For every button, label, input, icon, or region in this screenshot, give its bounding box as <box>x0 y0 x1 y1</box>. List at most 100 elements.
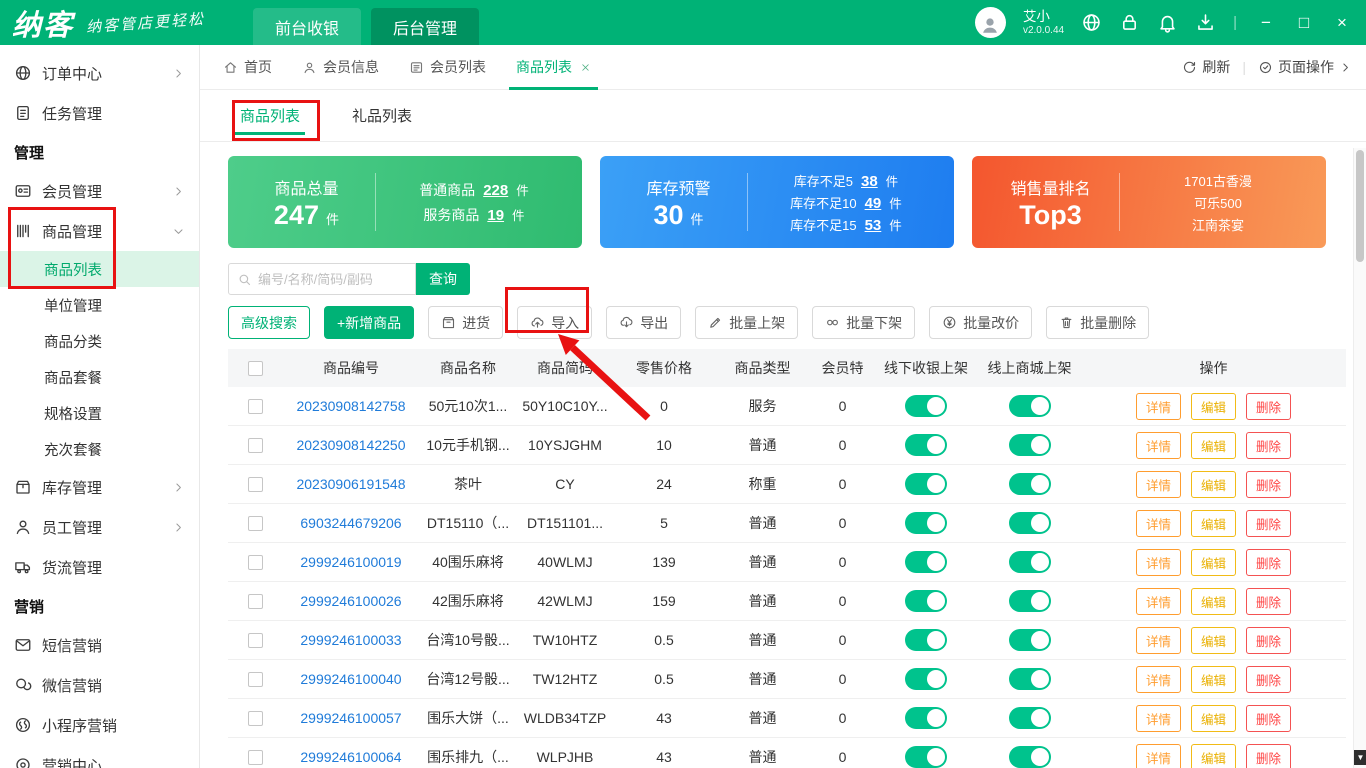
product-code-link[interactable]: 20230908142758 <box>296 398 405 414</box>
online-onshelf-toggle[interactable] <box>1009 590 1051 612</box>
row-checkbox[interactable] <box>248 555 263 570</box>
delete-button[interactable]: 删除 <box>1246 744 1291 768</box>
tab-item[interactable]: 会员列表 <box>394 45 501 90</box>
delete-button[interactable]: 删除 <box>1246 627 1291 654</box>
detail-button[interactable]: 详情 <box>1136 432 1181 459</box>
offline-onshelf-toggle[interactable] <box>905 512 947 534</box>
edit-button[interactable]: 编辑 <box>1191 393 1236 420</box>
minimize-button[interactable]: − <box>1254 14 1278 31</box>
nav-back-management[interactable]: 后台管理 <box>371 8 479 45</box>
detail-button[interactable]: 详情 <box>1136 666 1181 693</box>
online-onshelf-toggle[interactable] <box>1009 512 1051 534</box>
edit-button[interactable]: 编辑 <box>1191 705 1236 732</box>
row-checkbox[interactable] <box>248 399 263 414</box>
batch-offshelf-button[interactable]: 批量下架 <box>812 306 915 339</box>
row-checkbox[interactable] <box>248 516 263 531</box>
add-product-button[interactable]: +新增商品 <box>324 306 414 339</box>
sidebar-item[interactable]: 微信营销 <box>0 665 199 705</box>
offline-onshelf-toggle[interactable] <box>905 707 947 729</box>
row-checkbox[interactable] <box>248 750 263 765</box>
row-checkbox[interactable] <box>248 438 263 453</box>
product-code-link[interactable]: 2999246100064 <box>300 749 401 765</box>
online-onshelf-toggle[interactable] <box>1009 629 1051 651</box>
download-icon[interactable] <box>1195 12 1216 33</box>
product-code-link[interactable]: 20230906191548 <box>296 476 405 492</box>
select-all-checkbox[interactable] <box>248 361 263 376</box>
edit-button[interactable]: 编辑 <box>1191 432 1236 459</box>
offline-onshelf-toggle[interactable] <box>905 434 947 456</box>
delete-button[interactable]: 删除 <box>1246 393 1291 420</box>
maximize-button[interactable]: □ <box>1292 14 1316 31</box>
sidebar-subitem[interactable]: 商品列表 <box>0 251 199 287</box>
purchase-button[interactable]: 进货 <box>428 306 503 339</box>
online-onshelf-toggle[interactable] <box>1009 395 1051 417</box>
globe-icon[interactable] <box>1081 12 1102 33</box>
online-onshelf-toggle[interactable] <box>1009 434 1051 456</box>
scrollbar-down-button[interactable]: ▼ <box>1354 750 1366 765</box>
edit-button[interactable]: 编辑 <box>1191 549 1236 576</box>
subtab-item[interactable]: 礼品列表 <box>352 90 412 142</box>
delete-button[interactable]: 删除 <box>1246 471 1291 498</box>
search-input[interactable] <box>258 272 407 287</box>
offline-onshelf-toggle[interactable] <box>905 629 947 651</box>
product-code-link[interactable]: 6903244679206 <box>300 515 401 531</box>
row-checkbox[interactable] <box>248 672 263 687</box>
sidebar-item[interactable]: 货流管理 <box>0 547 199 587</box>
subtab-item[interactable]: 商品列表 <box>240 90 300 142</box>
sidebar-subitem[interactable]: 单位管理 <box>0 287 199 323</box>
product-code-link[interactable]: 2999246100057 <box>300 710 401 726</box>
detail-button[interactable]: 详情 <box>1136 705 1181 732</box>
bell-icon[interactable] <box>1157 12 1178 33</box>
refresh-button[interactable]: 刷新 <box>1182 57 1230 77</box>
offline-onshelf-toggle[interactable] <box>905 590 947 612</box>
product-code-link[interactable]: 2999246100019 <box>300 554 401 570</box>
nav-front-cashier[interactable]: 前台收银 <box>253 8 361 45</box>
row-checkbox[interactable] <box>248 711 263 726</box>
product-code-link[interactable]: 2999246100033 <box>300 632 401 648</box>
query-button[interactable]: 查询 <box>416 263 470 295</box>
offline-onshelf-toggle[interactable] <box>905 395 947 417</box>
edit-button[interactable]: 编辑 <box>1191 588 1236 615</box>
sidebar-item[interactable]: 短信营销 <box>0 625 199 665</box>
row-checkbox[interactable] <box>248 594 263 609</box>
lock-icon[interactable] <box>1119 12 1140 33</box>
edit-button[interactable]: 编辑 <box>1191 627 1236 654</box>
product-code-link[interactable]: 2999246100040 <box>300 671 401 687</box>
edit-button[interactable]: 编辑 <box>1191 510 1236 537</box>
advanced-search-button[interactable]: 高级搜索 <box>228 306 310 339</box>
scrollbar-thumb[interactable] <box>1356 150 1364 262</box>
online-onshelf-toggle[interactable] <box>1009 668 1051 690</box>
import-button[interactable]: 导入 <box>517 306 592 339</box>
sidebar-item[interactable]: 商品管理 <box>0 211 199 251</box>
delete-button[interactable]: 删除 <box>1246 588 1291 615</box>
offline-onshelf-toggle[interactable] <box>905 746 947 768</box>
sidebar-subitem[interactable]: 商品套餐 <box>0 359 199 395</box>
export-button[interactable]: 导出 <box>606 306 681 339</box>
detail-button[interactable]: 详情 <box>1136 588 1181 615</box>
sidebar-subitem[interactable]: 商品分类 <box>0 323 199 359</box>
edit-button[interactable]: 编辑 <box>1191 471 1236 498</box>
online-onshelf-toggle[interactable] <box>1009 746 1051 768</box>
delete-button[interactable]: 删除 <box>1246 549 1291 576</box>
sidebar-item[interactable]: 小程序营销 <box>0 705 199 745</box>
tab-item[interactable]: 会员信息 <box>287 45 394 90</box>
sidebar-item[interactable]: 任务管理 <box>0 93 199 133</box>
product-code-link[interactable]: 20230908142250 <box>296 437 405 453</box>
tab-item[interactable]: 商品列表 <box>501 45 606 90</box>
delete-button[interactable]: 删除 <box>1246 705 1291 732</box>
sidebar-item[interactable]: 会员管理 <box>0 171 199 211</box>
tab-item[interactable]: 首页 <box>208 45 287 90</box>
detail-button[interactable]: 详情 <box>1136 510 1181 537</box>
product-code-link[interactable]: 2999246100026 <box>300 593 401 609</box>
edit-button[interactable]: 编辑 <box>1191 666 1236 693</box>
online-onshelf-toggle[interactable] <box>1009 473 1051 495</box>
sidebar-item[interactable]: 库存管理 <box>0 467 199 507</box>
detail-button[interactable]: 详情 <box>1136 393 1181 420</box>
edit-button[interactable]: 编辑 <box>1191 744 1236 768</box>
detail-button[interactable]: 详情 <box>1136 549 1181 576</box>
sidebar-subitem[interactable]: 充次套餐 <box>0 431 199 467</box>
batch-delete-button[interactable]: 批量删除 <box>1046 306 1149 339</box>
sidebar-item[interactable]: 订单中心 <box>0 53 199 93</box>
batch-onshelf-button[interactable]: 批量上架 <box>695 306 798 339</box>
detail-button[interactable]: 详情 <box>1136 744 1181 768</box>
